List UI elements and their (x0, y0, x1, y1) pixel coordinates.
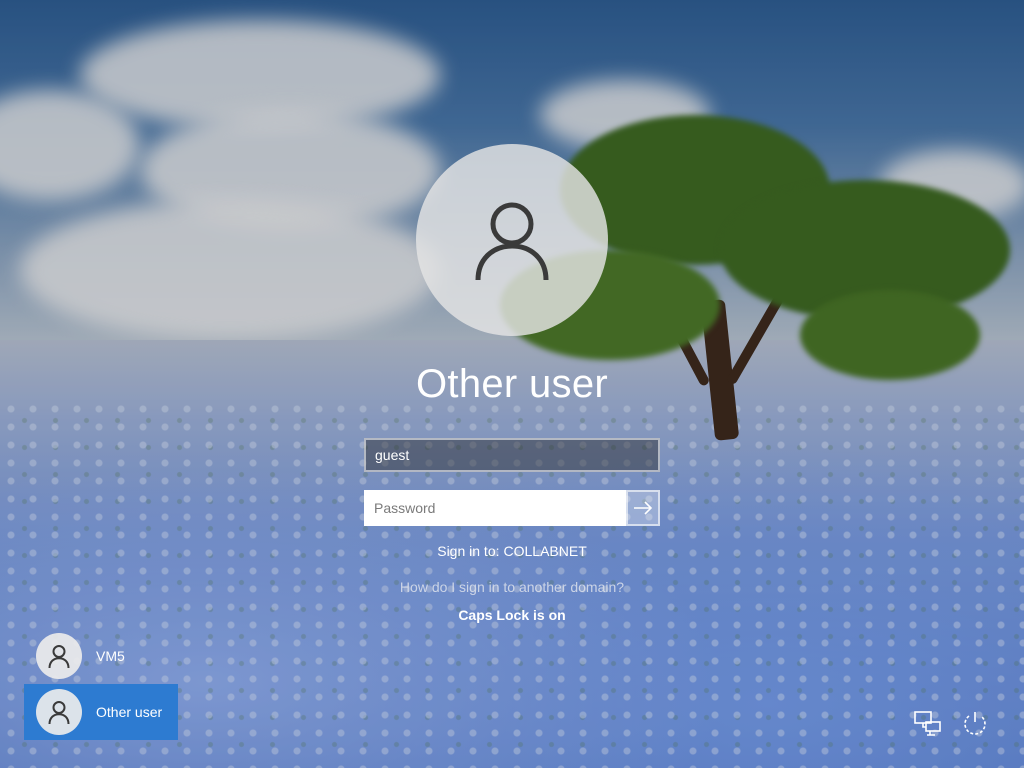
arrow-right-icon (634, 501, 653, 515)
user-icon (48, 701, 70, 725)
user-tile-vm5[interactable]: VM5 (24, 628, 178, 684)
password-row (364, 490, 660, 526)
power-button[interactable] (958, 706, 992, 740)
user-icon (475, 202, 549, 281)
submit-button[interactable] (626, 490, 660, 526)
domain-name: COLLABNET (503, 543, 587, 559)
caps-lock-warning: Caps Lock is on (458, 607, 566, 623)
network-button[interactable] (911, 706, 945, 740)
power-icon (964, 712, 986, 735)
other-domain-link[interactable]: How do I sign in to another domain? (312, 579, 712, 599)
avatar (36, 689, 82, 735)
user-avatar (416, 144, 608, 336)
network-icon (914, 711, 941, 736)
user-tile-label: Other user (96, 704, 163, 720)
user-tile-other-user[interactable]: Other user (24, 684, 178, 740)
username-field[interactable]: guest (364, 438, 660, 472)
user-icon (48, 645, 70, 669)
sign-in-domain-text: Sign in to: COLLABNET (312, 543, 712, 563)
avatar (36, 633, 82, 679)
sign-in-to-label: Sign in to: (437, 543, 500, 559)
account-title: Other user (416, 362, 608, 406)
password-input[interactable] (364, 490, 626, 526)
user-tile-label: VM5 (96, 648, 125, 664)
username-value: guest (375, 447, 410, 463)
